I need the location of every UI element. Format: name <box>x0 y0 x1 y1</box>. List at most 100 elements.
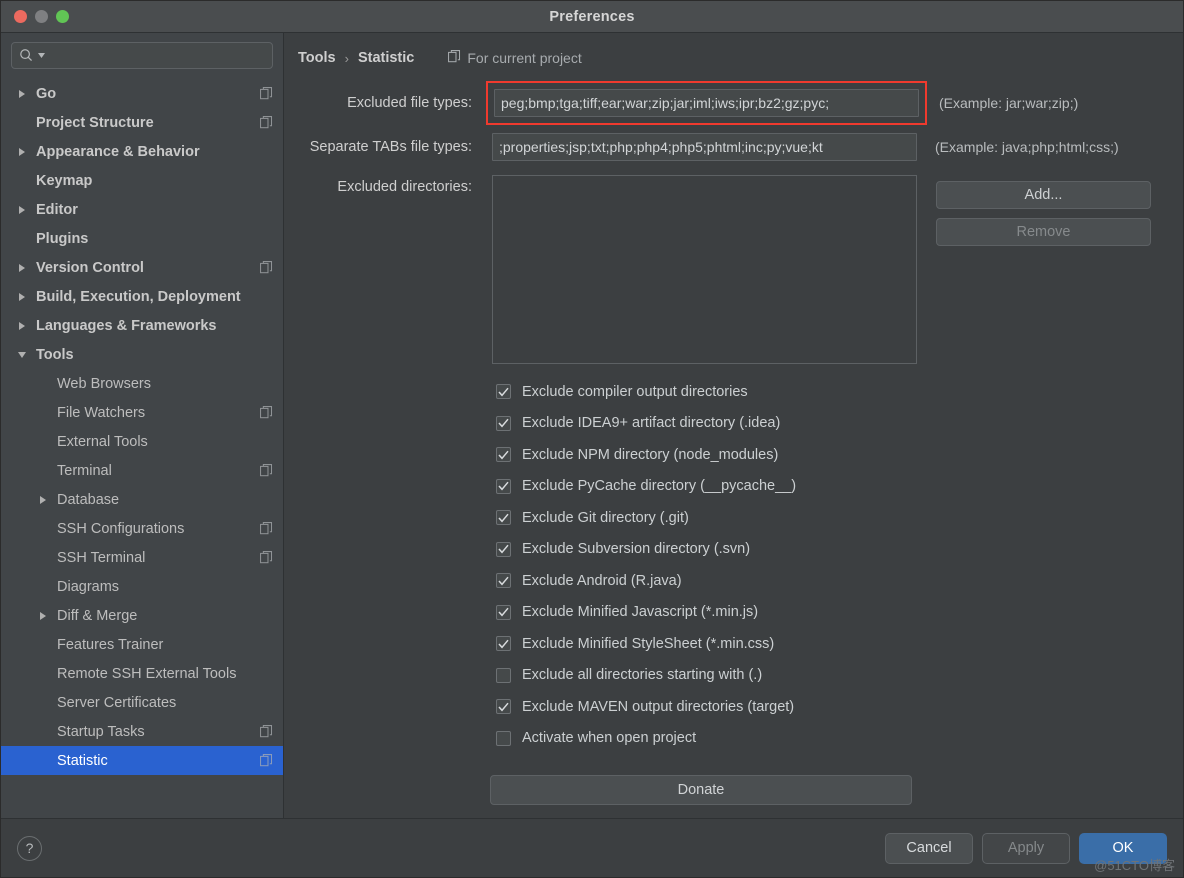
for-current-project-label: For current project <box>467 50 582 66</box>
checkbox-checked-icon[interactable] <box>496 604 511 620</box>
exclusion-options-list: Exclude compiler output directories Exclu… <box>496 376 1183 754</box>
sidebar-item-label: Startup Tasks <box>57 723 145 740</box>
sidebar-item-languages-frameworks[interactable]: Languages & Frameworks <box>1 311 283 340</box>
search-box[interactable] <box>11 42 273 69</box>
separate-tabs-file-types-input[interactable] <box>492 133 917 161</box>
sidebar-item-build-execution-deployment[interactable]: Build, Execution, Deployment <box>1 282 283 311</box>
sidebar-item-project-structure[interactable]: Project Structure <box>1 108 283 137</box>
search-icon <box>19 48 34 63</box>
checkbox-row[interactable]: Exclude NPM directory (node_modules) <box>496 439 1183 471</box>
excluded-file-types-row: Excluded file types: (Example: jar;war;z… <box>284 81 1183 125</box>
checkbox-row[interactable]: Exclude Subversion directory (.svn) <box>496 534 1183 566</box>
maximize-window-button[interactable] <box>56 10 69 23</box>
checkbox-checked-icon[interactable] <box>496 478 511 494</box>
chevron-right-icon[interactable] <box>19 89 25 98</box>
checkbox-unchecked-icon[interactable] <box>496 667 511 683</box>
tree-toggle[interactable] <box>36 611 50 620</box>
checkbox-row[interactable]: Activate when open project <box>496 723 1183 755</box>
tree-toggle[interactable] <box>36 495 50 504</box>
sidebar-item-remote-ssh-external-tools[interactable]: Remote SSH External Tools <box>1 659 283 688</box>
chevron-right-icon[interactable] <box>40 611 46 620</box>
sidebar-item-label: Remote SSH External Tools <box>57 665 237 682</box>
checkbox-checked-icon[interactable] <box>496 541 511 557</box>
close-window-button[interactable] <box>14 10 27 23</box>
sidebar-item-keymap[interactable]: Keymap <box>1 166 283 195</box>
checkbox-checked-icon[interactable] <box>496 415 511 431</box>
chevron-right-icon[interactable] <box>19 321 25 330</box>
checkbox-row[interactable]: Exclude Minified StyleSheet (*.min.css) <box>496 628 1183 660</box>
checkbox-row[interactable]: Exclude all directories starting with (.… <box>496 660 1183 692</box>
chevron-right-icon[interactable] <box>40 495 46 504</box>
tree-toggle[interactable] <box>15 351 29 358</box>
sidebar-item-startup-tasks[interactable]: Startup Tasks <box>1 717 283 746</box>
sidebar-item-go[interactable]: Go <box>1 79 283 108</box>
sidebar-item-database[interactable]: Database <box>1 485 283 514</box>
sidebar-item-web-browsers[interactable]: Web Browsers <box>1 369 283 398</box>
minimize-window-button[interactable] <box>35 10 48 23</box>
sidebar-item-ssh-terminal[interactable]: SSH Terminal <box>1 543 283 572</box>
sidebar-item-diff-merge[interactable]: Diff & Merge <box>1 601 283 630</box>
checkbox-row[interactable]: Exclude PyCache directory (__pycache__) <box>496 471 1183 503</box>
tree-toggle[interactable] <box>15 292 29 301</box>
footer-buttons: Cancel Apply OK <box>885 832 1167 864</box>
checkbox-row[interactable]: Exclude Android (R.java) <box>496 565 1183 597</box>
sidebar-item-editor[interactable]: Editor <box>1 195 283 224</box>
checkbox-row[interactable]: Exclude Git directory (.git) <box>496 502 1183 534</box>
sidebar-item-file-watchers[interactable]: File Watchers <box>1 398 283 427</box>
sidebar-item-label: Languages & Frameworks <box>36 317 217 334</box>
sidebar-item-external-tools[interactable]: External Tools <box>1 427 283 456</box>
chevron-down-icon[interactable] <box>18 351 26 358</box>
sidebar-item-server-certificates[interactable]: Server Certificates <box>1 688 283 717</box>
tree-toggle[interactable] <box>15 263 29 272</box>
checkbox-row[interactable]: Exclude IDEA9+ artifact directory (.idea… <box>496 408 1183 440</box>
checkbox-row[interactable]: Exclude Minified Javascript (*.min.js) <box>496 597 1183 629</box>
for-current-project[interactable]: For current project <box>448 50 582 66</box>
copy-scope-icon <box>448 50 461 66</box>
search-input[interactable] <box>49 47 265 64</box>
checkbox-row[interactable]: Exclude MAVEN output directories (target… <box>496 691 1183 723</box>
breadcrumb-parent[interactable]: Tools <box>298 50 336 66</box>
sidebar-item-ssh-configurations[interactable]: SSH Configurations <box>1 514 283 543</box>
checkbox-checked-icon[interactable] <box>496 384 511 400</box>
copy-scope-icon <box>260 87 273 100</box>
checkbox-checked-icon[interactable] <box>496 699 511 715</box>
tree-toggle[interactable] <box>15 147 29 156</box>
excluded-directories-list[interactable] <box>492 175 917 364</box>
checkbox-label: Exclude Android (R.java) <box>522 572 682 589</box>
tree-toggle[interactable] <box>15 321 29 330</box>
chevron-right-icon[interactable] <box>19 147 25 156</box>
excluded-file-types-input[interactable] <box>494 89 919 117</box>
checkbox-row[interactable]: Exclude compiler output directories <box>496 376 1183 408</box>
excluded-file-types-highlight-box <box>486 81 927 125</box>
remove-directory-button[interactable]: Remove <box>936 218 1151 246</box>
sidebar-item-diagrams[interactable]: Diagrams <box>1 572 283 601</box>
chevron-right-icon[interactable] <box>19 263 25 272</box>
checkbox-checked-icon[interactable] <box>496 573 511 589</box>
checkbox-label: Exclude NPM directory (node_modules) <box>522 446 779 463</box>
cancel-button[interactable]: Cancel <box>885 832 973 864</box>
sidebar-item-terminal[interactable]: Terminal <box>1 456 283 485</box>
sidebar-item-appearance-behavior[interactable]: Appearance & Behavior <box>1 137 283 166</box>
sidebar-item-label: Server Certificates <box>57 694 177 711</box>
help-button[interactable]: ? <box>17 835 42 861</box>
sidebar-item-tools[interactable]: Tools <box>1 340 283 369</box>
checkbox-checked-icon[interactable] <box>496 510 511 526</box>
tree-toggle[interactable] <box>15 205 29 214</box>
sidebar-item-version-control[interactable]: Version Control <box>1 253 283 282</box>
donate-button[interactable]: Donate <box>490 775 912 805</box>
add-directory-button[interactable]: Add... <box>936 181 1151 209</box>
tree-toggle[interactable] <box>15 89 29 98</box>
ok-button[interactable]: OK <box>1079 832 1167 864</box>
checkbox-checked-icon[interactable] <box>496 447 511 463</box>
checkbox-label: Exclude all directories starting with (.… <box>522 667 763 684</box>
chevron-down-icon[interactable] <box>38 53 45 58</box>
checkbox-unchecked-icon[interactable] <box>496 730 511 746</box>
apply-button[interactable]: Apply <box>982 832 1070 864</box>
sidebar-item-statistic[interactable]: Statistic <box>1 746 283 775</box>
separate-tabs-file-types-row: Separate TABs file types: (Example: java… <box>284 127 1183 167</box>
chevron-right-icon[interactable] <box>19 205 25 214</box>
sidebar-item-features-trainer[interactable]: Features Trainer <box>1 630 283 659</box>
checkbox-checked-icon[interactable] <box>496 636 511 652</box>
chevron-right-icon[interactable] <box>19 292 25 301</box>
sidebar-item-plugins[interactable]: Plugins <box>1 224 283 253</box>
